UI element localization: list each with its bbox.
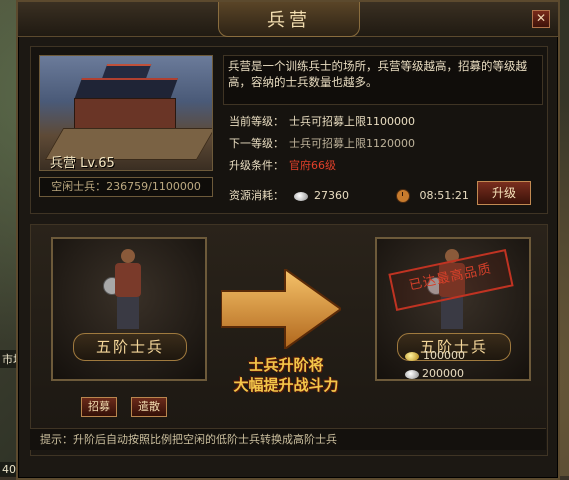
building-image: 兵营 Lv.65 — [39, 55, 213, 171]
upgrade-button[interactable]: 升级 — [477, 181, 531, 205]
clock-icon — [396, 189, 410, 203]
next-level-row: 下一等级： 士兵可招募上限1120000 — [229, 137, 415, 150]
building-description: 兵营是一个训练兵士的场所，兵营等级越高，招募的等级越高，容纳的士兵数量也越多。 — [223, 55, 543, 105]
close-button[interactable]: ✕ — [532, 10, 550, 28]
gold-icon — [405, 351, 419, 361]
silver-cost: 27360 — [314, 189, 349, 202]
recruit-button[interactable]: 招募 — [81, 397, 117, 417]
promotion-arrow-icon — [221, 269, 341, 349]
promotion-slogan: 士兵升阶将 大幅提升战斗力 — [233, 356, 339, 394]
idle-soldiers: 空闲士兵：236759/1100000 — [39, 177, 213, 197]
gold-cost-row: 100000 — [405, 349, 465, 362]
current-level-row: 当前等级： 士兵可招募上限1100000 — [229, 115, 415, 128]
resource-cost-row: 资源消耗： 27360 08:51:21 — [229, 189, 469, 203]
barracks-window: 兵营 ✕ 兵营 Lv.65 空闲士兵：236759/1100000 兵营是一个训… — [16, 0, 560, 480]
soldier-promotion-panel: 五阶士兵 招募 遣散 士兵升阶将 大幅提升战斗力 已达最高品质 五阶士兵 100… — [30, 224, 548, 456]
building-level: 兵营 Lv.65 — [50, 156, 115, 171]
silver-icon — [293, 191, 308, 201]
upgrade-condition-row: 升级条件： 官府66级 — [229, 159, 336, 172]
title-bar: 兵营 ✕ — [18, 2, 558, 37]
tip-text: 提示：升阶后自动按照比例把空闲的低阶士兵转换成高阶士兵 — [30, 428, 546, 450]
upgrade-time: 08:51:21 — [419, 189, 469, 202]
dismiss-button[interactable]: 遣散 — [131, 397, 167, 417]
soldier-portrait — [103, 247, 155, 333]
window-title: 兵营 — [218, 2, 360, 37]
silver-cost-row: 200000 — [405, 367, 464, 380]
current-soldier-name: 五阶士兵 — [73, 333, 187, 361]
building-info-panel: 兵营 Lv.65 空闲士兵：236759/1100000 兵营是一个训练兵士的场… — [30, 46, 548, 214]
current-soldier-card: 五阶士兵 — [51, 237, 207, 381]
silver-icon — [405, 369, 419, 379]
building-details: 兵营是一个训练兵士的场所，兵营等级越高，招募的等级越高，容纳的士兵数量也越多。 … — [223, 55, 543, 205]
